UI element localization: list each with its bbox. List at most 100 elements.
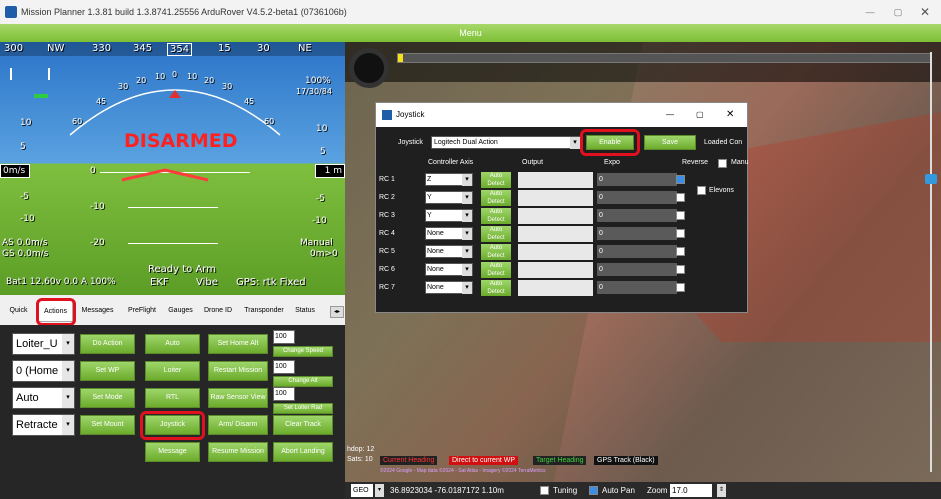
rc-axis-select[interactable]: Z ▾: [425, 173, 473, 186]
resume-mission-button[interactable]: Resume Mission: [208, 442, 268, 462]
manual-checkbox[interactable]: [718, 159, 727, 168]
auto-detect-button[interactable]: Auto Detect: [481, 280, 511, 296]
do-action-button[interactable]: Do Action: [80, 334, 135, 354]
close-icon[interactable]: ✕: [726, 103, 734, 127]
loiter-button[interactable]: Loiter: [145, 361, 200, 381]
menu-label[interactable]: Menu: [459, 28, 482, 38]
set-mount-button[interactable]: Set Mount: [80, 415, 135, 435]
rc-expo-input[interactable]: 0: [597, 173, 677, 186]
set-mode-button[interactable]: Set Mode: [80, 388, 135, 408]
raw-sensor-view-button[interactable]: Raw Sensor View: [208, 388, 268, 408]
roll-label: 45: [244, 97, 255, 106]
close-icon[interactable]: ✕: [915, 0, 935, 24]
tab-quick[interactable]: Quick: [2, 300, 35, 322]
rc-reverse-checkbox[interactable]: [676, 247, 685, 256]
chevron-down-icon[interactable]: ▾: [462, 210, 472, 222]
zoom-stepper-icon[interactable]: ⇕: [717, 484, 726, 497]
chevron-down-icon[interactable]: ▾: [462, 264, 472, 276]
chevron-down-icon[interactable]: ▾: [462, 174, 472, 186]
auto-detect-button[interactable]: Auto Detect: [481, 226, 511, 242]
alt-stepper[interactable]: 100: [273, 360, 295, 374]
abort-landing-button[interactable]: Abort Landing: [273, 442, 333, 462]
gimbal-dial[interactable]: [349, 48, 389, 88]
rc-reverse-checkbox[interactable]: [676, 229, 685, 238]
coord-type-select[interactable]: GEO: [351, 484, 373, 497]
tab-gauges[interactable]: Gauges: [163, 300, 198, 322]
rc-expo-input[interactable]: 0: [597, 281, 677, 294]
autopan-checkbox[interactable]: [589, 486, 598, 495]
rc-reverse-checkbox[interactable]: [676, 193, 685, 202]
tab-preflight[interactable]: PreFlight: [121, 300, 163, 322]
rc-axis-select[interactable]: None ▾: [425, 245, 473, 258]
tuning-checkbox[interactable]: [540, 486, 549, 495]
minimize-icon[interactable]: —: [860, 0, 880, 24]
zoom-label: Zoom: [647, 486, 668, 495]
chevron-down-icon[interactable]: ▾: [62, 334, 74, 354]
message-button[interactable]: Message: [145, 442, 200, 462]
auto-detect-button[interactable]: Auto Detect: [481, 244, 511, 260]
auto-detect-button[interactable]: Auto Detect: [481, 262, 511, 278]
pitch-label: -10: [90, 202, 105, 212]
rc-axis-select[interactable]: None ▾: [425, 227, 473, 240]
maximize-icon[interactable]: ▢: [888, 0, 908, 24]
waypoint-dropdown[interactable]: 0 (Home ▾: [12, 360, 75, 382]
chevron-down-icon[interactable]: ▾: [462, 282, 472, 294]
auto-detect-button[interactable]: Auto Detect: [481, 208, 511, 224]
restart-mission-button[interactable]: Restart Mission: [208, 361, 268, 381]
rtl-button[interactable]: RTL: [145, 388, 200, 408]
maximize-icon[interactable]: ▢: [696, 103, 704, 127]
setmode-dropdown[interactable]: Auto ▾: [12, 387, 75, 409]
auto-button[interactable]: Auto: [145, 334, 200, 354]
tab-status[interactable]: Status: [291, 300, 319, 322]
rc-reverse-checkbox[interactable]: [676, 265, 685, 274]
chevron-down-icon[interactable]: ▾: [375, 484, 384, 497]
auto-detect-button[interactable]: Auto Detect: [481, 172, 511, 188]
chevron-down-icon[interactable]: ▾: [462, 228, 472, 240]
clear-track-button[interactable]: Clear Track: [273, 415, 333, 435]
zoom-slider-thumb[interactable]: [925, 174, 937, 184]
rc-axis-select[interactable]: None ▾: [425, 263, 473, 276]
chevron-down-icon[interactable]: ▾: [462, 192, 472, 204]
auto-detect-button[interactable]: Auto Detect: [481, 190, 511, 206]
arm-disarm-button[interactable]: Arm/ Disarm: [208, 415, 268, 435]
tab-drone-id[interactable]: Drone ID: [198, 300, 238, 322]
rc-reverse-checkbox[interactable]: [676, 283, 685, 292]
chevron-down-icon[interactable]: ▾: [570, 137, 580, 149]
elevons-checkbox[interactable]: [697, 186, 706, 195]
loaded-config-label: Loaded Con: [704, 139, 743, 146]
rc-expo-input[interactable]: 0: [597, 209, 677, 222]
chevron-down-icon[interactable]: ▾: [62, 361, 74, 381]
joystick-device-select[interactable]: Logitech Dual Action ▾: [431, 136, 581, 149]
chevron-down-icon[interactable]: ▾: [62, 388, 74, 408]
rc-expo-input[interactable]: 0: [597, 227, 677, 240]
mode-dropdown[interactable]: Loiter_U ▾: [12, 333, 75, 355]
tab-scroll-arrows[interactable]: ◂▸: [330, 306, 344, 318]
set-loiter-rad-button[interactable]: Set Loiter Rad: [273, 403, 333, 414]
change-speed-button[interactable]: Change Speed: [273, 346, 333, 357]
rc-expo-input[interactable]: 0: [597, 191, 677, 204]
menu-bar[interactable]: Menu: [0, 24, 941, 42]
chevron-down-icon[interactable]: ▾: [462, 246, 472, 258]
rc-axis-select[interactable]: Y ▾: [425, 209, 473, 222]
tab-transponder[interactable]: Transponder: [238, 300, 290, 322]
zoom-slider-track[interactable]: [930, 52, 932, 472]
save-button[interactable]: Save: [644, 135, 696, 150]
change-alt-button[interactable]: Change Alt: [273, 376, 333, 387]
rc-axis-select[interactable]: None ▾: [425, 281, 473, 294]
chevron-down-icon[interactable]: ▾: [62, 415, 74, 435]
rc-axis-select[interactable]: Y ▾: [425, 191, 473, 204]
zoom-input[interactable]: 17.0: [670, 484, 712, 497]
tab-messages[interactable]: Messages: [75, 300, 120, 322]
set-wp-button[interactable]: Set WP: [80, 361, 135, 381]
speed-stepper[interactable]: 100: [273, 330, 295, 344]
rc-reverse-checkbox[interactable]: [676, 211, 685, 220]
set-home-alt-button[interactable]: Set Home Alt: [208, 334, 268, 354]
rc-expo-input[interactable]: 0: [597, 245, 677, 258]
mount-dropdown[interactable]: Retracte ▾: [12, 414, 75, 436]
header-reverse: Reverse: [682, 159, 709, 166]
loiter-rad-stepper[interactable]: 100: [273, 387, 295, 401]
minimize-icon[interactable]: —: [666, 103, 674, 127]
rc-expo-input[interactable]: 0: [597, 263, 677, 276]
rc-axis-value: None: [427, 230, 444, 237]
rc-reverse-checkbox[interactable]: [676, 175, 685, 184]
